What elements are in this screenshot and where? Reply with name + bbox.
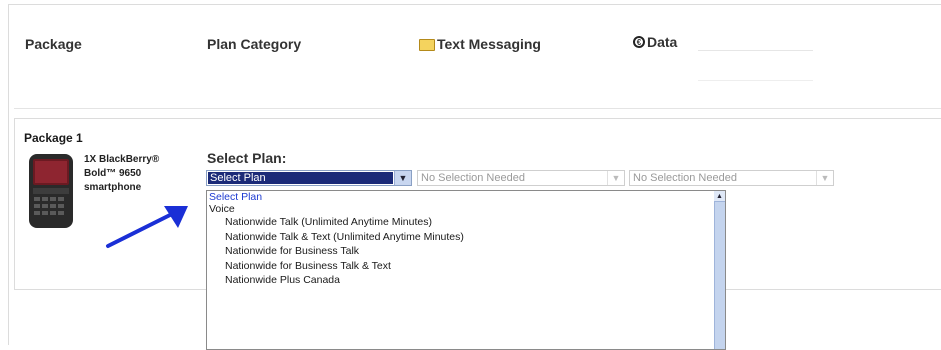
dropdown-option[interactable]: Nationwide for Business Talk — [207, 244, 725, 259]
text-messaging-select[interactable]: No Selection Needed ▼ — [417, 170, 625, 186]
data-select[interactable]: No Selection Needed ▼ — [629, 170, 834, 186]
chevron-down-icon[interactable]: ▼ — [394, 171, 411, 185]
header-text-messaging-label: Text Messaging — [437, 36, 541, 52]
divider — [698, 50, 813, 51]
device-line: smartphone — [84, 182, 142, 193]
phone-image — [29, 154, 73, 228]
annotation-arrow — [106, 206, 188, 248]
divider — [698, 80, 813, 81]
plan-select[interactable]: Select Plan ▼ — [206, 170, 412, 186]
dropdown-scrollbar[interactable]: ▲ — [714, 191, 725, 349]
header-text-messaging: Text Messaging — [419, 36, 541, 52]
chevron-down-icon[interactable]: ▼ — [816, 171, 833, 185]
data-select-value: No Selection Needed — [633, 172, 737, 184]
divider — [14, 108, 941, 109]
plan-select-value: Select Plan — [208, 172, 393, 184]
header-plan-category: Plan Category — [207, 36, 302, 52]
header-data-label: Data — [647, 34, 678, 50]
text-messaging-select-value: No Selection Needed — [421, 172, 525, 184]
select-plan-label: Select Plan: — [207, 150, 287, 166]
folder-icon — [419, 39, 435, 51]
dropdown-option-selected[interactable]: Select Plan — [207, 192, 725, 203]
dropdown-option[interactable]: Nationwide Talk & Text (Unlimited Anytim… — [207, 230, 725, 245]
package-title: Package 1 — [24, 131, 83, 145]
data-icon: € — [633, 36, 645, 48]
plan-dropdown-list[interactable]: Select Plan Voice Nationwide Talk (Unlim… — [206, 190, 726, 350]
device-name: 1X BlackBerry® Bold™ 9650 smartphone — [84, 153, 184, 195]
dropdown-option[interactable]: Nationwide for Business Talk & Text — [207, 259, 725, 274]
dropdown-option[interactable]: Nationwide Plus Canada — [207, 273, 725, 288]
device-line: 1X BlackBerry® — [84, 154, 160, 165]
header-package: Package — [25, 36, 82, 52]
dropdown-group-label: Voice — [209, 203, 235, 215]
header-data: € Data — [633, 34, 677, 50]
dropdown-option[interactable]: Nationwide Talk (Unlimited Anytime Minut… — [207, 215, 725, 230]
chevron-down-icon[interactable]: ▼ — [607, 171, 624, 185]
scroll-up-icon[interactable]: ▲ — [714, 191, 725, 202]
device-line: Bold™ 9650 — [84, 168, 142, 179]
